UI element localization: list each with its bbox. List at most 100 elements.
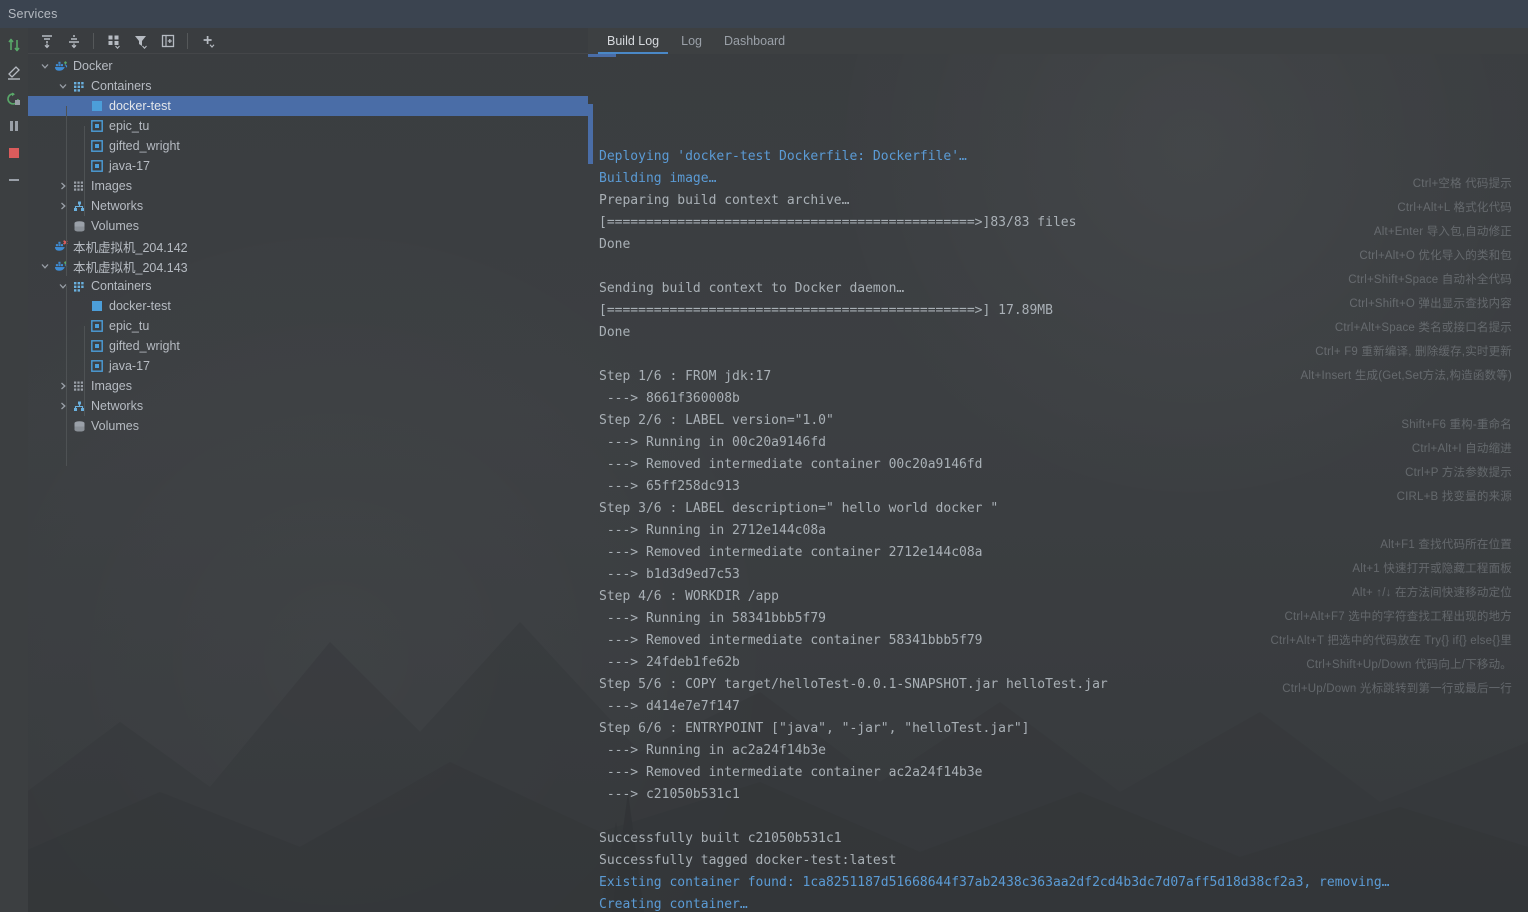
- tree-item-images-6[interactable]: Images: [28, 176, 588, 196]
- docker-disconnected-icon: [52, 236, 70, 256]
- collapse-icon[interactable]: [1, 167, 27, 193]
- tree-item-204-142-9[interactable]: 本机虚拟机_204.142: [28, 236, 588, 256]
- tree-item-label: 本机虚拟机_204.143: [73, 260, 188, 275]
- expand-all-icon[interactable]: [34, 30, 59, 52]
- tree-item-docker-test-2[interactable]: docker-test: [28, 96, 588, 116]
- log-line: Building image…: [599, 171, 717, 186]
- log-line: Step 3/6 : LABEL description=" hello wor…: [599, 501, 999, 516]
- log-scrollbar-thumb[interactable]: [588, 104, 593, 164]
- log-line: Successfully built c21050b531c1: [599, 831, 842, 846]
- run-actions-strip: [0, 28, 28, 912]
- tree-item-label: java-17: [109, 159, 150, 173]
- container-stopped-icon: [88, 136, 106, 156]
- log-line: ---> c21050b531c1: [599, 787, 740, 802]
- tree-item-containers-11[interactable]: Containers: [28, 276, 588, 296]
- log-line: Preparing build context archive…: [599, 193, 850, 208]
- container-stopped-icon: [88, 316, 106, 336]
- tree-item-containers-1[interactable]: Containers: [28, 76, 588, 96]
- chevron-down-icon[interactable]: [38, 256, 52, 276]
- log-line: ---> Removed intermediate container 00c2…: [599, 457, 983, 472]
- images-icon: [70, 376, 88, 396]
- log-line: Creating container…: [599, 897, 748, 912]
- add-icon[interactable]: [195, 30, 220, 52]
- container-stopped-icon: [88, 116, 106, 136]
- docker-icon: [52, 256, 70, 276]
- connect-icon[interactable]: [1, 32, 27, 58]
- docker-icon: [52, 56, 70, 76]
- tree-item-label: Containers: [91, 79, 152, 93]
- tree-item-images-16[interactable]: Images: [28, 376, 588, 396]
- group-icon[interactable]: [101, 30, 126, 52]
- scroll-top-marker: [588, 54, 616, 57]
- tree-item-label: Containers: [91, 279, 152, 293]
- log-line: Step 4/6 : WORKDIR /app: [599, 589, 780, 604]
- tab-dashboard[interactable]: Dashboard: [713, 28, 796, 54]
- log-line: Step 6/6 : ENTRYPOINT ["java", "-jar", "…: [599, 721, 1030, 736]
- build-log-output[interactable]: Deploying 'docker-test Dockerfile: Docke…: [588, 54, 1528, 912]
- chevron-right-icon[interactable]: [56, 196, 70, 216]
- tab-build-log[interactable]: Build Log: [596, 28, 670, 54]
- pause-icon[interactable]: [1, 113, 27, 139]
- tree-item-epic-tu-3[interactable]: epic_tu: [28, 116, 588, 136]
- tree-item-label: Images: [91, 379, 132, 393]
- containers-icon: [70, 276, 88, 296]
- log-tabs[interactable]: Build Log Log Dashboard: [588, 28, 1528, 54]
- collapse-all-icon[interactable]: [61, 30, 86, 52]
- log-line: ---> 24fdeb1fe62b: [599, 655, 740, 670]
- container-stopped-icon: [88, 156, 106, 176]
- log-line: Sending build context to Docker daemon…: [599, 281, 905, 296]
- window-title: Services: [8, 7, 58, 21]
- log-line: Step 5/6 : COPY target/helloTest-0.0.1-S…: [599, 677, 1108, 692]
- containers-icon: [70, 76, 88, 96]
- tree-item-label: Docker: [73, 59, 113, 73]
- tree-item-java-17-5[interactable]: java-17: [28, 156, 588, 176]
- services-tree[interactable]: Docker Containers docker-test epic_tu gifted…: [28, 54, 588, 436]
- tree-item-204-143-10[interactable]: 本机虚拟机_204.143: [28, 256, 588, 276]
- edit-icon[interactable]: [1, 59, 27, 85]
- stop-icon[interactable]: [1, 140, 27, 166]
- log-line: ---> Running in ac2a24f14b3e: [599, 743, 826, 758]
- tree-item-label: Images: [91, 179, 132, 193]
- log-line: ---> b1d3d9ed7c53: [599, 567, 740, 582]
- chevron-down-icon[interactable]: [56, 276, 70, 296]
- tree-item-networks-7[interactable]: Networks: [28, 196, 588, 216]
- tree-item-label: docker-test: [109, 299, 171, 313]
- log-line: Step 1/6 : FROM jdk:17: [599, 369, 772, 384]
- tree-item-gifted-wright-4[interactable]: gifted_wright: [28, 136, 588, 156]
- chevron-right-icon[interactable]: [56, 176, 70, 196]
- tree-item-label: gifted_wright: [109, 339, 180, 353]
- container-running-icon: [88, 96, 106, 116]
- tree-item-volumes-18[interactable]: Volumes: [28, 416, 588, 436]
- tree-item-docker-test-12[interactable]: docker-test: [28, 296, 588, 316]
- chevron-right-icon[interactable]: [56, 376, 70, 396]
- tree-item-label: docker-test: [109, 99, 171, 113]
- filter-icon[interactable]: [128, 30, 153, 52]
- new-tab-icon[interactable]: [155, 30, 180, 52]
- tree-item-networks-17[interactable]: Networks: [28, 396, 588, 416]
- tree-item-volumes-8[interactable]: Volumes: [28, 216, 588, 236]
- tree-item-docker-0[interactable]: Docker: [28, 56, 588, 76]
- networks-icon: [70, 396, 88, 416]
- tree-item-label: epic_tu: [109, 319, 150, 333]
- networks-icon: [70, 196, 88, 216]
- chevron-right-icon[interactable]: [56, 396, 70, 416]
- tree-item-label: Volumes: [91, 219, 139, 233]
- rerun-icon[interactable]: [1, 86, 27, 112]
- tree-item-java-17-15[interactable]: java-17: [28, 356, 588, 376]
- log-line: Done: [599, 325, 631, 340]
- log-line: ---> Removed intermediate container 5834…: [599, 633, 983, 648]
- log-line: ---> 8661f360008b: [599, 391, 740, 406]
- tree-item-gifted-wright-14[interactable]: gifted_wright: [28, 336, 588, 356]
- tree-guide-line-1: [84, 126, 85, 216]
- tab-log[interactable]: Log: [670, 28, 713, 54]
- chevron-down-icon[interactable]: [56, 76, 70, 96]
- log-line: ---> d414e7e7f147: [599, 699, 740, 714]
- tree-item-label: 本机虚拟机_204.142: [73, 240, 188, 255]
- chevron-down-icon[interactable]: [38, 56, 52, 76]
- tree-item-epic-tu-13[interactable]: epic_tu: [28, 316, 588, 336]
